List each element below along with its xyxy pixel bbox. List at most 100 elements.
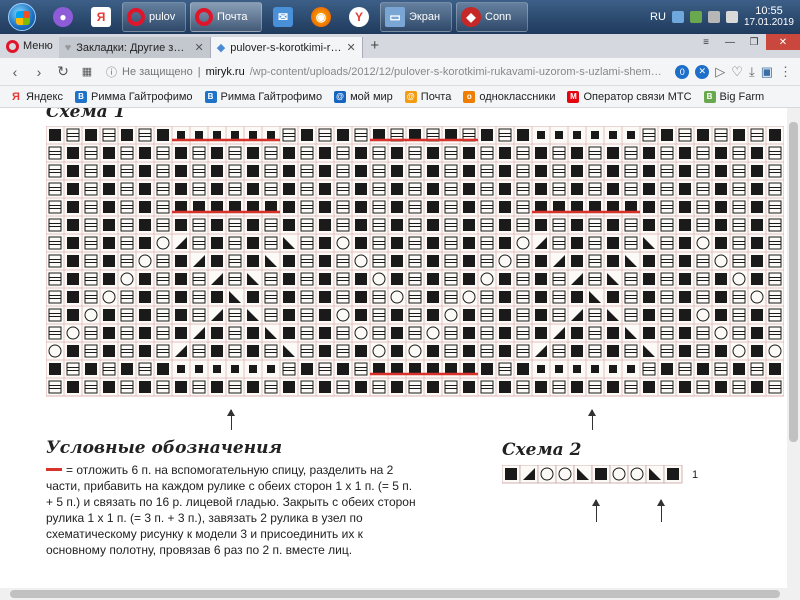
knit-stitch-symbol [283, 183, 295, 195]
security-icon[interactable] [689, 11, 702, 23]
knit-stitch-symbol [715, 291, 727, 303]
start-button[interactable] [0, 0, 44, 34]
knit-stitch-symbol [103, 381, 115, 393]
download-icon[interactable]: ⤓ [749, 64, 755, 80]
knit-stitch-symbol [499, 309, 511, 321]
knit-stitch-symbol [319, 201, 331, 213]
knit-stitch-symbol [49, 129, 61, 141]
snap-icon[interactable]: ≡ [694, 34, 718, 50]
maximize-button[interactable]: ❐ [742, 34, 766, 50]
speed-dial-icon[interactable]: ▦ [76, 61, 98, 83]
knit-stitch-symbol [211, 165, 223, 177]
bookmark-moi-mir[interactable]: @ мой мир [334, 90, 393, 103]
clear-icon[interactable]: ✕ [695, 64, 710, 79]
image-viewport[interactable]: Схема 1 Условные обозначения = отложить … [0, 108, 787, 600]
knit-stitch-symbol [481, 129, 493, 141]
knit-stitch-symbol [391, 327, 403, 339]
knit-stitch-symbol [139, 147, 151, 159]
scroll-thumb[interactable] [10, 590, 780, 598]
knit-stitch-symbol [643, 255, 655, 267]
send-icon[interactable]: ▷ [715, 64, 725, 80]
knit-stitch-symbol [769, 363, 781, 375]
knit-stitch-symbol [319, 381, 331, 393]
vpn-icon[interactable]: ▣ [761, 64, 773, 80]
menu-dots-icon[interactable]: ⋮ [779, 64, 792, 80]
knit-stitch-symbol [463, 183, 475, 195]
knit-stitch-symbol [319, 309, 331, 321]
knit-stitch-symbol [499, 165, 511, 177]
bookmark-big-farm[interactable]: B Big Farm [703, 90, 764, 103]
vertical-scrollbar[interactable] [787, 108, 800, 600]
system-tray: RU 10:55 17.01.2019 [650, 5, 800, 29]
knit-stitch-symbol [139, 165, 151, 177]
volume-icon[interactable] [725, 11, 738, 23]
knit-stitch-symbol [643, 165, 655, 177]
knit-stitch-symbol [67, 291, 79, 303]
bookmark-mts[interactable]: М Оператор связи МТС [567, 90, 692, 103]
taskbar-task-conn[interactable]: ◆ Conn [456, 2, 528, 32]
bookmark-odnoklassniki[interactable]: о одноклассники [463, 90, 555, 103]
bookmark-pochta[interactable]: @ Почта [404, 90, 451, 103]
clock[interactable]: 10:55 17.01.2019 [744, 5, 794, 29]
taskbar-task-pulover[interactable]: pulov [122, 2, 186, 32]
task-label: Почта [217, 11, 248, 23]
horizontal-scrollbar[interactable] [0, 588, 787, 600]
knit-stitch-symbol [643, 381, 655, 393]
knit-stitch-symbol [661, 129, 673, 141]
info-icon[interactable]: ⓘ [106, 64, 117, 80]
knit-stitch-symbol [355, 165, 367, 177]
mail-icon[interactable]: ✉ [266, 2, 300, 32]
bookmark-rimma-2[interactable]: В Римма Гайтрофимо [204, 90, 322, 103]
close-tab-icon[interactable]: ✕ [195, 41, 204, 54]
knit-stitch-symbol [715, 201, 727, 213]
tab-pulover[interactable]: ◆ pulover-s-korotkimi-rukav ✕ [210, 37, 363, 58]
knit-stitch-symbol [283, 255, 295, 267]
legend-text: = отложить 6 п. на вспомогательную спицу… [46, 463, 416, 557]
knit-stitch-symbol [247, 255, 259, 267]
clock-date: 17.01.2019 [743, 17, 794, 28]
bookmark-rimma-1[interactable]: В Римма Гайтрофимо [75, 90, 193, 103]
tab-bookmarks[interactable]: ♥ Закладки: Другие заклад ✕ [58, 37, 211, 58]
menu-label: Меню [23, 40, 53, 52]
knitting-chart-1 [46, 126, 784, 397]
knit-stitch-symbol [679, 327, 691, 339]
knit-stitch-symbol [517, 363, 529, 375]
knit-stitch-symbol [427, 273, 439, 285]
knit-stitch-symbol [643, 291, 655, 303]
close-tab-icon[interactable]: ✕ [347, 41, 356, 54]
window-controls: ≡ — ❐ ✕ [694, 34, 800, 58]
scroll-thumb[interactable] [789, 122, 798, 442]
microphone-icon[interactable]: ● [46, 2, 80, 32]
language-indicator[interactable]: RU [650, 11, 666, 23]
taskbar-task-screen[interactable]: ▭ Экран [380, 2, 452, 32]
help-icon[interactable] [671, 11, 684, 23]
reload-button[interactable]: ↻ [52, 61, 74, 83]
bookmark-yandex[interactable]: Я Яндекс [10, 91, 63, 103]
yandex-browser-icon[interactable]: Y [342, 2, 376, 32]
zero-badge-icon[interactable]: 0 [675, 64, 690, 79]
knit-stitch-symbol [535, 273, 547, 285]
minimize-button[interactable]: — [718, 34, 742, 50]
arrow-up-icon [592, 499, 600, 522]
knit-stitch-symbol [697, 363, 709, 375]
small-knit-symbol [249, 131, 257, 139]
opera-menu-button[interactable]: Меню [0, 34, 59, 58]
new-tab-button[interactable]: + [363, 36, 387, 58]
yandex-icon[interactable]: Я [84, 2, 118, 32]
small-knit-symbol [591, 365, 599, 373]
taskbar-task-mail[interactable]: Почта [190, 2, 262, 32]
network-icon[interactable] [707, 11, 720, 23]
heart-icon[interactable]: ♡ [731, 64, 743, 80]
knit-stitch-symbol [751, 183, 763, 195]
knit-stitch-symbol [571, 345, 583, 357]
firefox-icon[interactable]: ◉ [304, 2, 338, 32]
forward-button[interactable]: › [28, 61, 50, 83]
yandex-icon: Я [12, 90, 20, 103]
back-button[interactable]: ‹ [4, 61, 26, 83]
close-window-button[interactable]: ✕ [766, 34, 800, 50]
knit-stitch-symbol [85, 363, 97, 375]
knit-stitch-symbol [121, 129, 133, 141]
knit-stitch-symbol [283, 381, 295, 393]
knit-stitch-symbol [427, 255, 439, 267]
url-field[interactable]: ⓘ Не защищено | miryk.ru/wp-content/uplo… [100, 61, 673, 83]
